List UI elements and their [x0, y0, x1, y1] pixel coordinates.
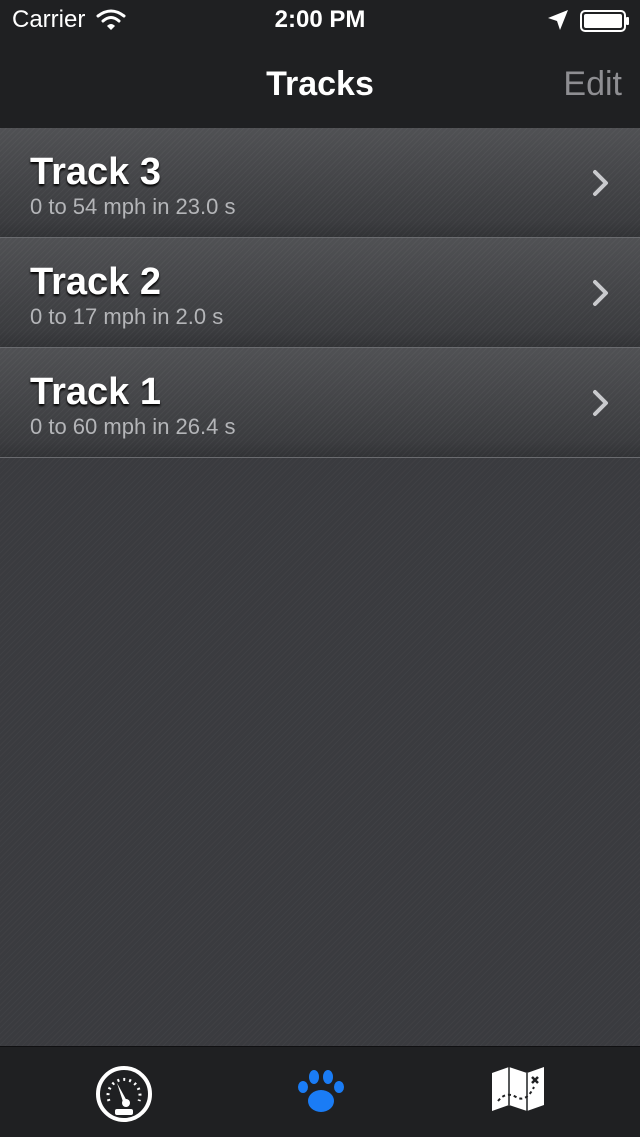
track-title: Track 3: [30, 151, 161, 193]
track-title: Track 2: [30, 261, 161, 303]
track-title: Track 1: [30, 371, 161, 413]
status-bar: Carrier 2:00 PM: [0, 0, 640, 40]
track-row[interactable]: Track 1 0 to 60 mph in 26.4 s: [0, 348, 640, 458]
edit-button[interactable]: Edit: [563, 64, 622, 104]
speedometer-icon: [95, 1066, 152, 1122]
tab-bar: [0, 1046, 640, 1137]
chevron-right-icon: [593, 280, 608, 306]
track-row[interactable]: Track 2 0 to 17 mph in 2.0 s: [0, 238, 640, 348]
tab-tracks[interactable]: [214, 1047, 427, 1137]
page-title: Tracks: [266, 65, 374, 103]
tab-speedometer[interactable]: [17, 1047, 230, 1137]
navigation-bar: Tracks Edit: [0, 40, 640, 129]
track-subtitle: 0 to 54 mph in 23.0 s: [30, 194, 236, 219]
tab-map[interactable]: [411, 1047, 624, 1137]
track-subtitle: 0 to 60 mph in 26.4 s: [30, 414, 236, 439]
paw-icon: [297, 1070, 344, 1112]
chevron-right-icon: [593, 170, 608, 196]
map-icon: [491, 1067, 544, 1111]
track-row[interactable]: Track 3 0 to 54 mph in 23.0 s: [0, 128, 640, 238]
location-arrow-icon: [548, 10, 568, 30]
track-subtitle: 0 to 17 mph in 2.0 s: [30, 304, 224, 329]
battery-icon: [580, 10, 629, 32]
tracks-list: Track 3 0 to 54 mph in 23.0 s Track 2 0 …: [0, 128, 640, 1046]
chevron-right-icon: [593, 390, 608, 416]
status-time: 2:00 PM: [274, 6, 366, 33]
